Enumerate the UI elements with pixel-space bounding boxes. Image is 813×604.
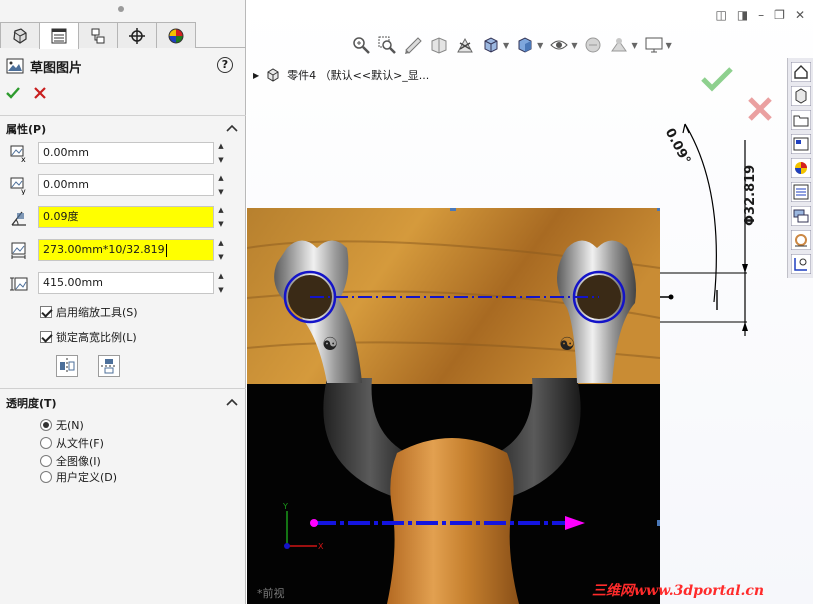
add-in-icon[interactable] <box>791 230 811 250</box>
panel-title-row: 草图图片 ? <box>6 56 239 76</box>
sketch-picture[interactable]: ☯ ☯ Y X <box>247 208 660 604</box>
transparency-none-label: 无(N) <box>56 419 84 432</box>
graphics-area[interactable]: ◫ ◨ – ❐ ✕ ▼ ▼ ▼ ▼ ▼ ▶ 零件4 （默认<<默认>_显... <box>247 0 813 604</box>
angle-dimension-arc[interactable] <box>684 123 717 303</box>
design-library-icon[interactable] <box>791 86 811 106</box>
lock-aspect-ratio-label: 锁定高宽比例(L) <box>56 331 137 344</box>
angle-icon <box>11 211 26 226</box>
help-button[interactable]: ? <box>217 57 233 73</box>
sketch-picture-icon <box>6 58 24 74</box>
lock-aspect-ratio-option[interactable]: 锁定高宽比例(L) <box>40 328 137 346</box>
text-caret <box>165 243 167 257</box>
transparency-full-image-option[interactable]: 全图像(I) <box>40 453 101 469</box>
width-value: 273.00mm*10/32.819 <box>43 243 165 256</box>
property-manager-panel: 草图图片 ? 属性(P) x 0.00mm ▲ ▼ y 0.00mm ▲ ▼ 0.0… <box>0 0 246 604</box>
properties-group-title: 属性(P) <box>6 123 47 136</box>
properties-group-header[interactable]: 属性(P) <box>0 120 246 138</box>
configuration-manager-icon <box>91 28 105 43</box>
angle-spinner[interactable]: ▲ ▼ <box>215 206 227 228</box>
svg-text:☯: ☯ <box>559 334 575 355</box>
height-field[interactable]: 415.00mm <box>38 272 214 294</box>
transparency-group-title: 透明度(T) <box>6 397 57 410</box>
svg-text:y: y <box>21 187 26 195</box>
view-name-label: *前视 <box>257 587 285 600</box>
transparency-none-option[interactable]: 无(N) <box>40 417 84 433</box>
crosshair-icon <box>129 27 145 44</box>
watermark-text: 三维网www.3dportal.cn <box>592 583 765 599</box>
enable-scale-tool-label: 启用缩放工具(S) <box>56 306 138 319</box>
panel-title: 草图图片 <box>30 60 83 76</box>
slingshot-photo: ☯ ☯ Y X <box>247 208 660 604</box>
transparency-group-header[interactable]: 透明度(T) <box>0 394 246 412</box>
tab-dimxpert-manager[interactable] <box>117 22 157 48</box>
file-explorer-icon[interactable] <box>791 110 811 130</box>
enable-scale-tool-option[interactable]: 启用缩放工具(S) <box>40 303 138 321</box>
transparency-from-file-radio[interactable] <box>40 437 52 449</box>
cancel-x-icon[interactable] <box>34 87 46 99</box>
ok-cancel-row <box>6 84 46 102</box>
width-row: 273.00mm*10/32.819 ▲ ▼ <box>0 239 246 263</box>
manager-tabs <box>0 22 246 49</box>
panel-grip[interactable] <box>118 6 124 12</box>
transparency-from-file-option[interactable]: 从文件(F) <box>40 435 104 451</box>
width-spinner[interactable]: ▲ ▼ <box>215 239 227 261</box>
flip-horizontal-icon <box>60 358 75 374</box>
tab-property-manager[interactable] <box>39 22 79 49</box>
divider <box>0 388 246 389</box>
lock-aspect-ratio-checkbox[interactable] <box>40 331 52 343</box>
feature-manager-icon <box>13 27 27 44</box>
y-position-field[interactable]: 0.00mm <box>38 174 214 196</box>
transparency-from-file-label: 从文件(F) <box>56 437 104 450</box>
home-icon[interactable] <box>791 62 811 82</box>
tab-display-manager[interactable] <box>156 22 196 48</box>
x-position-row: x 0.00mm ▲ ▼ <box>0 142 246 166</box>
svg-text:x: x <box>21 155 26 163</box>
height-row: 415.00mm ▲ ▼ <box>0 272 246 296</box>
chevron-up-icon[interactable] <box>226 397 238 407</box>
diameter-dimension-text[interactable]: Φ32.819 <box>743 165 758 226</box>
task-pane-strip <box>787 58 813 278</box>
svg-text:Y: Y <box>282 502 288 511</box>
height-spinner[interactable]: ▲ ▼ <box>215 272 227 294</box>
forum-icon[interactable] <box>791 206 811 226</box>
flip-horizontal-button[interactable] <box>56 355 78 377</box>
angle-field[interactable]: 0.09度 <box>38 206 214 228</box>
x-position-icon: x <box>10 145 26 163</box>
divider <box>0 115 246 116</box>
appearances-icon[interactable] <box>791 158 811 178</box>
tab-configuration-manager[interactable] <box>78 22 118 48</box>
view-palette-icon[interactable] <box>791 134 811 154</box>
transparency-full-image-label: 全图像(I) <box>56 455 101 468</box>
property-manager-icon <box>51 28 67 44</box>
appearance-ball-icon <box>168 28 184 43</box>
width-icon <box>11 242 26 259</box>
x-position-spinner[interactable]: ▲ ▼ <box>215 142 227 164</box>
transparency-full-image-radio[interactable] <box>40 455 52 467</box>
flip-vertical-button[interactable] <box>98 355 120 377</box>
enable-scale-tool-checkbox[interactable] <box>40 306 52 318</box>
svg-text:☯: ☯ <box>322 334 338 355</box>
y-position-row: y 0.00mm ▲ ▼ <box>0 174 246 198</box>
y-position-icon: y <box>10 177 26 195</box>
transparency-user-defined-label: 用户定义(D) <box>56 471 118 484</box>
ok-check-icon[interactable] <box>6 86 20 100</box>
height-icon <box>10 277 28 291</box>
custom-properties-icon[interactable] <box>791 182 811 202</box>
transparency-none-radio[interactable] <box>40 419 52 431</box>
flip-vertical-icon <box>101 359 117 374</box>
chevron-up-icon[interactable] <box>226 123 238 133</box>
transparency-user-defined-option[interactable]: 用户定义(D) <box>40 469 117 485</box>
angle-row: 0.09度 ▲ ▼ <box>0 206 246 230</box>
tab-feature-manager[interactable] <box>0 22 40 48</box>
transparency-user-defined-radio[interactable] <box>40 471 52 483</box>
sketch-tools-icon[interactable] <box>791 254 811 274</box>
svg-text:X: X <box>318 542 324 551</box>
width-field[interactable]: 273.00mm*10/32.819 <box>38 239 214 261</box>
x-position-field[interactable]: 0.00mm <box>38 142 214 164</box>
y-position-spinner[interactable]: ▲ ▼ <box>215 174 227 196</box>
